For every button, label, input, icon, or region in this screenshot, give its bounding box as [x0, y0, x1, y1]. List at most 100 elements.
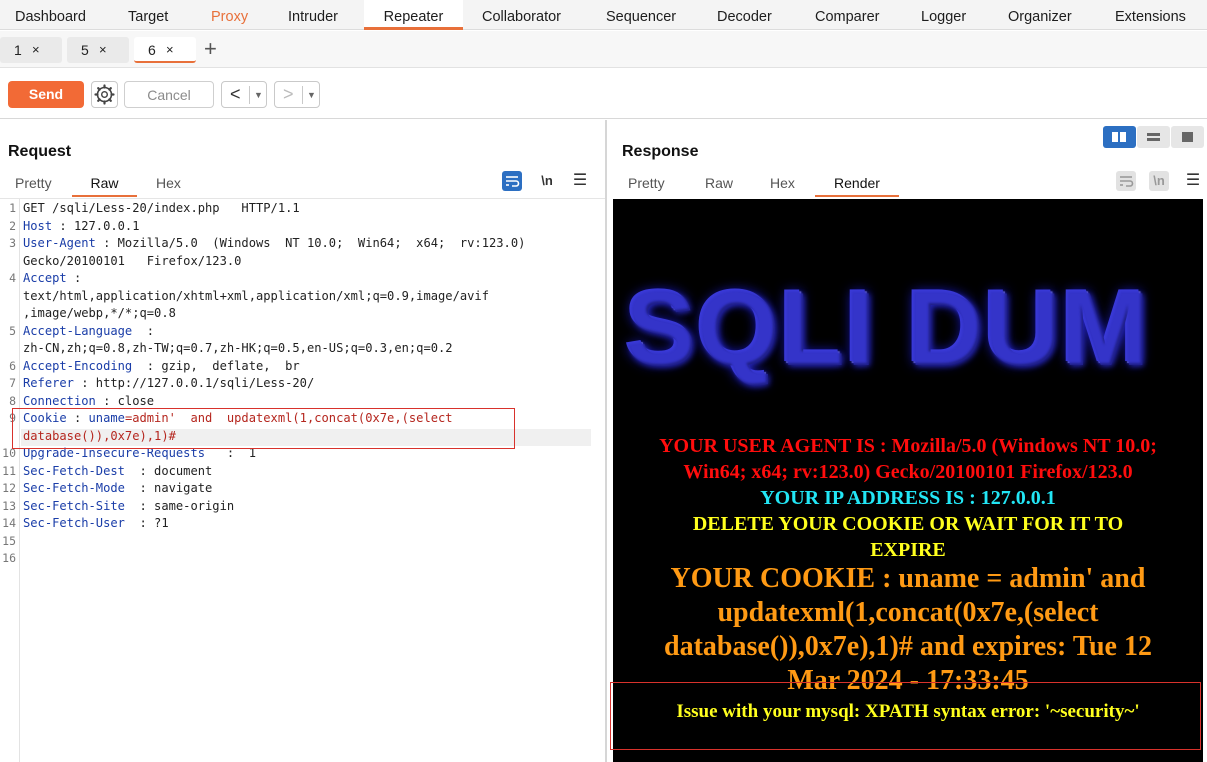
panel-divider[interactable]	[605, 120, 607, 762]
wrap-lines-button[interactable]	[1116, 171, 1136, 191]
header-name: Connection	[23, 393, 96, 408]
nav-tab-logger[interactable]: Logger	[921, 0, 966, 30]
request-line[interactable]: Sec-Fetch-Mode : navigate	[23, 481, 212, 495]
nav-tab-collaborator[interactable]: Collaborator	[482, 0, 561, 30]
cookie-line: updatexml(1,concat(0x7e,(select	[717, 597, 1099, 628]
request-title: Request	[8, 143, 72, 160]
single-view-button[interactable]	[1171, 126, 1204, 148]
nav-tab-repeater[interactable]: Repeater	[364, 0, 463, 30]
request-line[interactable]: text/html,application/xhtml+xml,applicat…	[23, 289, 489, 303]
nav-tab-dashboard[interactable]: Dashboard	[15, 0, 86, 30]
show-newlines-button[interactable]: \n	[1149, 171, 1169, 191]
request-line[interactable]: ,image/webp,*/*;q=0.8	[23, 306, 176, 320]
delete-cookie-line: EXPIRE	[870, 539, 946, 561]
chevron-down-icon[interactable]: ▼	[249, 86, 267, 104]
response-tab-hex[interactable]: Hex	[770, 175, 795, 197]
wrap-icon	[506, 176, 520, 187]
request-line[interactable]: GET /sqli/Less-20/index.php HTTP/1.1	[23, 201, 300, 215]
send-button[interactable]: Send	[8, 81, 84, 108]
chevron-right-icon: >	[283, 84, 294, 104]
nav-tab-extensions[interactable]: Extensions	[1115, 0, 1186, 30]
nav-tab-organizer[interactable]: Organizer	[1008, 0, 1072, 30]
request-line[interactable]: Sec-Fetch-User : ?1	[23, 516, 169, 530]
nav-tab-target[interactable]: Target	[128, 0, 168, 30]
request-tab-raw[interactable]: Raw	[72, 175, 137, 197]
stacked-view-button[interactable]	[1137, 126, 1170, 148]
split-view-button[interactable]	[1103, 126, 1136, 148]
header-value: GET /sqli/Less-20/index.php HTTP/1.1	[23, 201, 300, 215]
request-line[interactable]: Accept-Encoding : gzip, deflate, br	[23, 359, 300, 373]
close-icon[interactable]: ×	[32, 37, 40, 63]
rows-icon	[1147, 133, 1160, 141]
close-icon[interactable]: ×	[166, 37, 174, 63]
request-editor[interactable]: 1 GET /sqli/Less-20/index.php HTTP/1.1 2 Ho…	[0, 198, 605, 762]
cancel-button[interactable]: Cancel	[124, 81, 214, 108]
header-value: :	[132, 323, 155, 338]
request-line[interactable]: Sec-Fetch-Site : same-origin	[23, 499, 234, 513]
request-line[interactable]: zh-CN,zh;q=0.8,zh-TW;q=0.7,zh-HK;q=0.5,e…	[23, 341, 453, 355]
request-line[interactable]: Sec-Fetch-Dest : document	[23, 464, 212, 478]
nav-tab-sequencer[interactable]: Sequencer	[606, 0, 676, 30]
header-value: : ?1	[124, 516, 169, 530]
request-line[interactable]: Host : 127.0.0.1	[23, 219, 140, 233]
response-tab-raw[interactable]: Raw	[705, 175, 733, 197]
delete-cookie-line: DELETE YOUR COOKIE OR WAIT FOR IT TO	[692, 513, 1124, 535]
cookie-line: database()),0x7e),1)# and expires: Tue 1…	[664, 631, 1152, 662]
layout-toggle	[1103, 126, 1204, 148]
header-value: :	[66, 271, 82, 285]
nav-tab-comparer[interactable]: Comparer	[815, 0, 879, 30]
line-number: 12	[2, 481, 16, 495]
request-line[interactable]: User-Agent : Mozilla/5.0 (Windows NT 10.…	[23, 236, 525, 250]
line-number: 4	[9, 271, 16, 285]
repeater-tab-label: 5	[81, 42, 89, 58]
request-line[interactable]: Gecko/20100101 Firefox/123.0	[23, 254, 241, 268]
repeater-tab-5[interactable]: 5 ×	[67, 37, 129, 63]
line-number: 14	[2, 516, 16, 530]
header-name: Accept-Language	[23, 323, 133, 338]
header-name: Sec-Fetch-User	[23, 516, 125, 530]
response-view-tabs: Pretty Raw Hex Render	[613, 175, 1203, 198]
request-line[interactable]: Referer : http://127.0.0.1/sqli/Less-20/	[23, 376, 314, 390]
nav-tab-proxy[interactable]: Proxy	[211, 0, 248, 30]
forward-button[interactable]: > ▼	[274, 81, 320, 108]
wrap-icon	[1120, 176, 1134, 187]
line-number: 3	[9, 236, 16, 250]
back-button[interactable]: < ▼	[221, 81, 267, 108]
menu-icon[interactable]: ☰	[570, 171, 590, 191]
panel-icon	[1182, 132, 1193, 142]
user-agent-line: Win64; x64; rv:123.0) Gecko/20100101 Fir…	[683, 461, 1133, 483]
rendered-response: SQLI DUM YOUR USER AGENT IS : Mozilla/5.…	[613, 199, 1203, 762]
response-tab-pretty[interactable]: Pretty	[628, 175, 665, 197]
add-tab-button[interactable]: +	[204, 38, 217, 60]
error-highlight-box	[610, 682, 1201, 750]
header-name: Referer	[23, 376, 74, 390]
repeater-tabs: 1 × 5 × 6 ×	[0, 31, 1207, 68]
repeater-tab-6[interactable]: 6 ×	[134, 37, 196, 63]
repeater-tab-1[interactable]: 1 ×	[0, 37, 62, 63]
line-number: 13	[2, 498, 16, 513]
header-value: text/html,application/xhtml+xml,applicat…	[23, 288, 489, 303]
request-tab-hex[interactable]: Hex	[156, 175, 181, 197]
response-tab-render[interactable]: Render	[815, 175, 899, 197]
request-line[interactable]: Accept-Language :	[23, 324, 154, 338]
header-value: Gecko/20100101 Firefox/123.0	[23, 253, 242, 268]
request-line[interactable]: Connection : close	[23, 394, 154, 408]
line-number: 2	[9, 218, 16, 233]
nav-tab-decoder[interactable]: Decoder	[717, 0, 772, 30]
user-agent-line: YOUR USER AGENT IS : Mozilla/5.0 (Window…	[659, 435, 1157, 457]
ip-address-line: YOUR IP ADDRESS IS : 127.0.0.1	[760, 487, 1056, 509]
line-number: 11	[2, 463, 16, 478]
wrap-lines-button[interactable]	[502, 171, 522, 191]
nav-tab-intruder[interactable]: Intruder	[288, 0, 338, 30]
header-name: Accept	[23, 271, 67, 285]
close-icon[interactable]: ×	[99, 37, 107, 63]
line-number: 5	[9, 323, 16, 338]
sqli-dumb-banner: SQLI DUM	[625, 269, 1149, 388]
show-newlines-button[interactable]: \n	[537, 171, 557, 191]
settings-button[interactable]	[91, 81, 118, 108]
request-line[interactable]: Accept :	[23, 271, 81, 285]
menu-icon[interactable]: ☰	[1183, 171, 1203, 191]
chevron-down-icon[interactable]: ▼	[302, 86, 320, 104]
request-tab-pretty[interactable]: Pretty	[15, 175, 52, 197]
header-name: Host	[23, 218, 53, 233]
